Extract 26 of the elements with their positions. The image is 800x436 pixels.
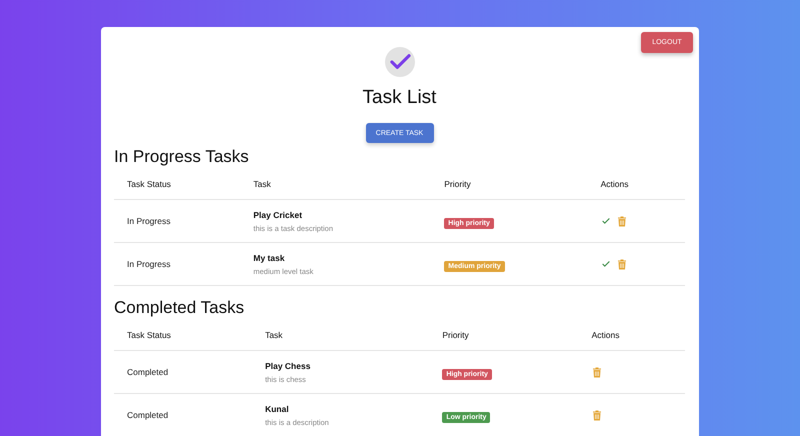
task-name: Play Chess [265, 360, 312, 370]
section-heading: In Progress Tasks [114, 147, 250, 167]
status-cell: Completed [114, 394, 252, 436]
task-name: My task [253, 252, 286, 262]
column-header: Actions [578, 320, 685, 350]
trash-icon[interactable] [616, 258, 627, 270]
checkmark-icon[interactable] [600, 216, 611, 226]
status-cell: In Progress [114, 242, 240, 286]
section-heading: Completed Tasks [114, 298, 246, 318]
page-title: Task List [362, 87, 436, 109]
task-name: Play Cricket [253, 210, 304, 220]
checkmark-icon[interactable] [600, 259, 611, 269]
checkmark-logo-icon [384, 47, 414, 77]
column-header: Task [252, 320, 430, 350]
task-name: Kunal [265, 404, 290, 414]
column-header: Task Status [114, 169, 240, 200]
column-header: Actions [588, 169, 685, 200]
status-cell: In Progress [114, 200, 240, 242]
status-cell: Completed [114, 350, 252, 394]
trash-icon[interactable] [592, 410, 602, 420]
column-header: Task [240, 169, 432, 200]
column-header: Priority [429, 320, 579, 350]
column-header: Task Status [114, 320, 252, 350]
trash-icon[interactable] [616, 216, 627, 226]
trash-icon[interactable] [592, 366, 602, 378]
column-header: Priority [431, 169, 588, 200]
